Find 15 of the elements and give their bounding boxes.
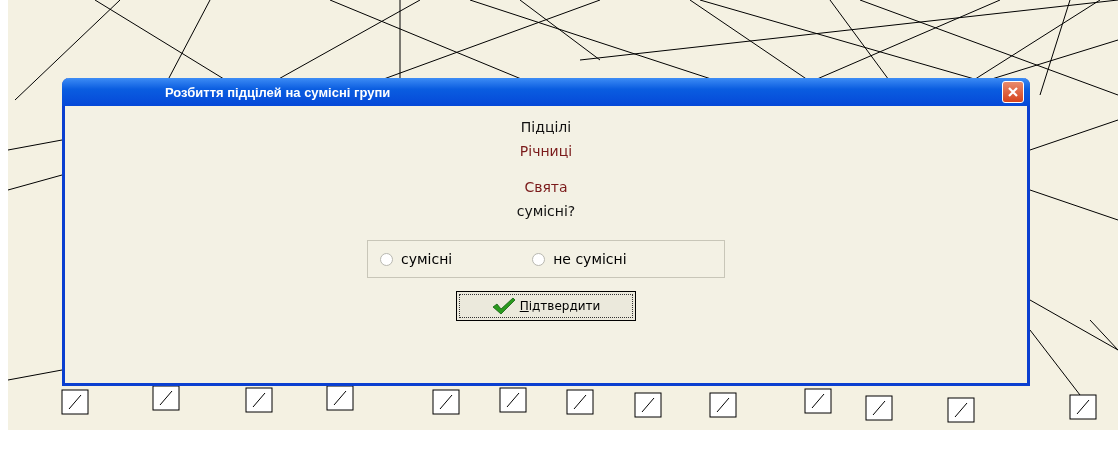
radio-option[interactable]: сумісні [380, 251, 453, 267]
confirm-button[interactable]: Підтвердити [456, 291, 636, 321]
radio-label: сумісні [401, 251, 453, 267]
close-icon [1007, 86, 1019, 98]
radio-button[interactable] [380, 252, 393, 266]
prompt-text: Підцілі [520, 118, 572, 137]
prompt-text: Річниці [519, 142, 573, 161]
radio-label: не сумісні [553, 251, 627, 267]
window-title: Розбиття підцілей на сумісні групи [165, 84, 391, 100]
checkmark-icon [491, 297, 516, 315]
close-button[interactable] [1002, 81, 1024, 103]
prompt-text: сумісні? [516, 202, 576, 221]
radio-option[interactable]: не сумісні [532, 251, 627, 267]
radio-button[interactable] [532, 252, 546, 266]
prompt-text: Свята [524, 178, 568, 197]
